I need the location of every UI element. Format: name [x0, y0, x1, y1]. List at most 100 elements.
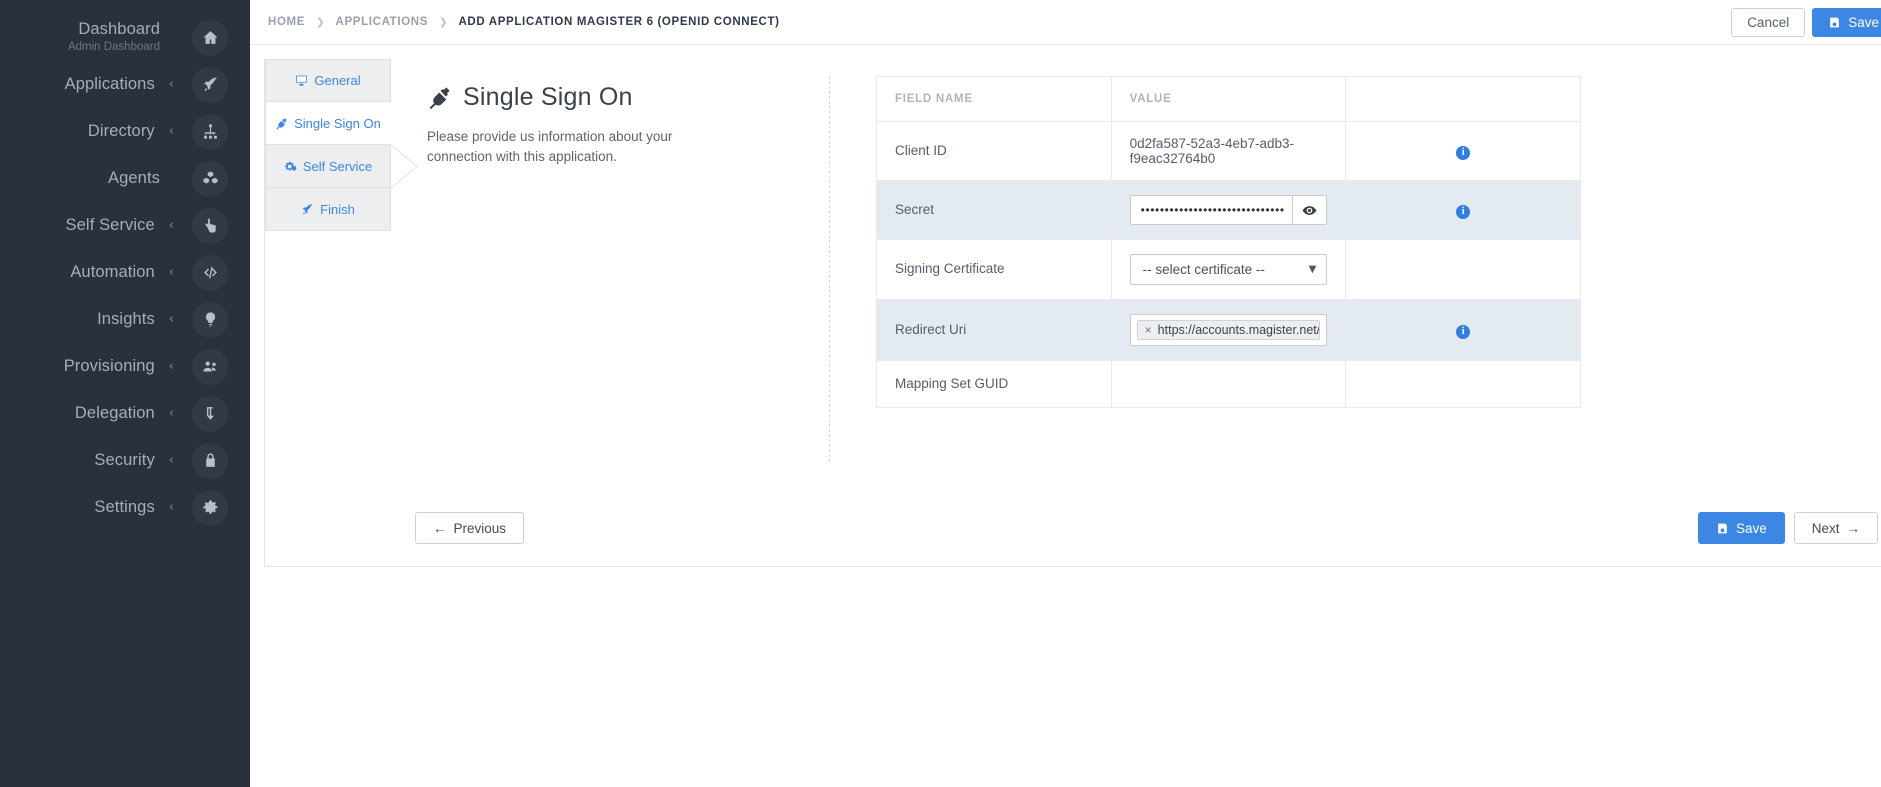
- tab-label: Finish: [320, 201, 355, 217]
- tab-single-sign-on[interactable]: Single Sign On: [265, 102, 391, 145]
- eye-icon: [1302, 205, 1317, 215]
- sidebar-item-security[interactable]: Security ‹: [0, 437, 250, 484]
- breadcrumb-item-home[interactable]: HOME: [268, 16, 305, 28]
- chevron-left-icon[interactable]: ‹: [169, 360, 174, 373]
- footer-save-button-label: Save: [1735, 520, 1767, 536]
- chevron-left-icon[interactable]: ‹: [169, 407, 174, 420]
- hand-pointer-icon: [192, 207, 228, 244]
- floppy-disk-icon: [1830, 17, 1840, 27]
- breadcrumb-item-applications[interactable]: APPLICATIONS: [336, 16, 429, 28]
- sidebar-item-texts: Applications: [65, 75, 169, 94]
- fields-table-body: Client ID 0d2fa587-52a3-4eb7-adb3-f9eac3…: [876, 121, 1581, 409]
- table-row: Mapping Set GUID: [876, 359, 1581, 409]
- next-button-label: Next: [1811, 520, 1840, 536]
- sidebar-item-applications[interactable]: Applications ‹: [0, 61, 250, 108]
- tab-label: General: [314, 73, 361, 88]
- sidebar-item-dashboard[interactable]: Dashboard Admin Dashboard: [0, 14, 250, 61]
- breadcrumb-item-current: ADD APPLICATION MAGISTER 6 (OPENID CONNE…: [458, 16, 780, 28]
- field-value-redirect-uri: × https://accounts.magister.net/External…: [1110, 299, 1347, 361]
- sidebar-item-texts: Directory: [88, 122, 169, 141]
- sitemap-icon: [192, 113, 228, 150]
- sidebar-item-texts: Automation: [70, 263, 168, 282]
- tab-label: Single Sign On: [294, 115, 381, 131]
- redirect-uri-tag-input[interactable]: × https://accounts.magister.net/External…: [1129, 314, 1328, 346]
- cancel-button[interactable]: Cancel: [1731, 7, 1806, 37]
- sidebar-item-label: Dashboard: [78, 20, 160, 39]
- info-icon[interactable]: i: [1456, 204, 1471, 219]
- previous-button[interactable]: ← Previous: [415, 512, 525, 544]
- sidebar-item-label: Delegation: [74, 404, 155, 423]
- sidebar: Dashboard Admin Dashboard Applications ‹…: [0, 0, 250, 787]
- field-label-client-id: Client ID: [876, 121, 1112, 181]
- chevron-left-icon[interactable]: ‹: [169, 125, 174, 138]
- chevron-left-icon[interactable]: ‹: [169, 266, 174, 279]
- tab-self-service[interactable]: Self Service: [265, 145, 391, 188]
- sidebar-item-provisioning[interactable]: Provisioning ‹: [0, 343, 250, 390]
- page-title-text: Single Sign On: [463, 83, 633, 111]
- sidebar-item-label: Agents: [108, 169, 160, 188]
- field-value-client-id: 0d2fa587-52a3-4eb7-adb3-f9eac32764b0: [1110, 121, 1347, 181]
- field-label-redirect-uri: Redirect Uri: [876, 299, 1112, 361]
- topbar-actions: Cancel Save: [1731, 7, 1881, 37]
- chevron-down-icon: ▼: [1308, 264, 1317, 275]
- sidebar-item-directory[interactable]: Directory ‹: [0, 108, 250, 155]
- sidebar-item-automation[interactable]: Automation ‹: [0, 249, 250, 296]
- gear-icon: [192, 489, 228, 526]
- monitor-icon: [296, 75, 308, 86]
- save-button-label: Save: [1848, 14, 1879, 30]
- chevron-left-icon[interactable]: ‹: [169, 78, 174, 91]
- tab-label: Self Service: [302, 158, 373, 174]
- footer-save-button[interactable]: Save: [1697, 512, 1785, 544]
- save-button[interactable]: Save: [1812, 7, 1881, 37]
- arrow-right-icon: →: [1846, 520, 1861, 536]
- sidebar-item-self-service[interactable]: Self Service ‹: [0, 202, 250, 249]
- redirect-uri-tag: × https://accounts.magister.net/External…: [1136, 320, 1321, 340]
- field-info-secret: i: [1345, 180, 1581, 240]
- floppy-disk-icon: [1718, 523, 1727, 533]
- chevron-left-icon[interactable]: ‹: [169, 454, 174, 467]
- next-button[interactable]: Next →: [1793, 512, 1878, 544]
- signing-certificate-select[interactable]: -- select certificate -- ▼: [1129, 254, 1328, 285]
- sidebar-item-texts: Insights: [97, 310, 169, 329]
- column-header-field-name: FIELD NAME: [876, 76, 1112, 122]
- reveal-secret-button[interactable]: [1293, 195, 1328, 225]
- secret-input-group: ••••••••••••••••••••••••••••••: [1129, 195, 1328, 225]
- sidebar-item-texts: Settings: [94, 498, 168, 517]
- chevron-left-icon[interactable]: ‹: [169, 313, 174, 326]
- tab-general[interactable]: General: [265, 59, 391, 102]
- page-description: Please provide us information about your…: [427, 129, 673, 165]
- table-row: Client ID 0d2fa587-52a3-4eb7-adb3-f9eac3…: [876, 121, 1581, 181]
- sidebar-item-label: Directory: [87, 122, 155, 141]
- secret-input[interactable]: ••••••••••••••••••••••••••••••: [1129, 195, 1294, 225]
- tab-finish[interactable]: Finish: [265, 188, 391, 231]
- cubes-icon: [192, 160, 228, 197]
- sidebar-item-texts: Provisioning: [64, 357, 169, 376]
- sidebar-item-agents[interactable]: Agents: [0, 155, 250, 202]
- info-icon[interactable]: i: [1456, 324, 1471, 339]
- field-value-mapping-set-guid: [1110, 359, 1347, 409]
- chevron-right-icon: ❯: [439, 16, 448, 28]
- chevron-left-icon[interactable]: ‹: [169, 501, 174, 514]
- sidebar-item-delegation[interactable]: Delegation ‹: [0, 390, 250, 437]
- main-area: HOME ❯ APPLICATIONS ❯ ADD APPLICATION MA…: [250, 0, 1881, 787]
- sidebar-item-texts: Agents: [108, 169, 174, 188]
- info-icon[interactable]: i: [1456, 145, 1471, 160]
- remove-tag-icon[interactable]: ×: [1145, 323, 1152, 337]
- fields-table: FIELD NAME VALUE Client ID 0d2fa587-52a3…: [876, 76, 1581, 409]
- app-root: Dashboard Admin Dashboard Applications ‹…: [0, 0, 1881, 787]
- sidebar-item-insights[interactable]: Insights ‹: [0, 296, 250, 343]
- sidebar-item-settings[interactable]: Settings ‹: [0, 484, 250, 531]
- sidebar-item-texts: Security: [94, 451, 168, 470]
- chevron-left-icon[interactable]: ‹: [169, 219, 174, 232]
- chevron-right-icon: ❯: [316, 16, 325, 28]
- page-title: Single Sign On: [427, 83, 817, 112]
- home-icon: [192, 19, 228, 56]
- table-row: Secret •••••••••••••••••••••••••••••• i: [876, 180, 1581, 240]
- sidebar-item-texts: Delegation: [75, 404, 169, 423]
- rocket-icon: [192, 66, 228, 103]
- plug-icon: [429, 87, 450, 110]
- sidebar-item-label: Insights: [97, 310, 155, 329]
- redirect-uri-tag-label: https://accounts.magister.net/ExternalLo…: [1157, 323, 1321, 337]
- level-down-icon: [192, 395, 228, 432]
- content-region: General Single Sign On Self Service Fini…: [250, 45, 1881, 787]
